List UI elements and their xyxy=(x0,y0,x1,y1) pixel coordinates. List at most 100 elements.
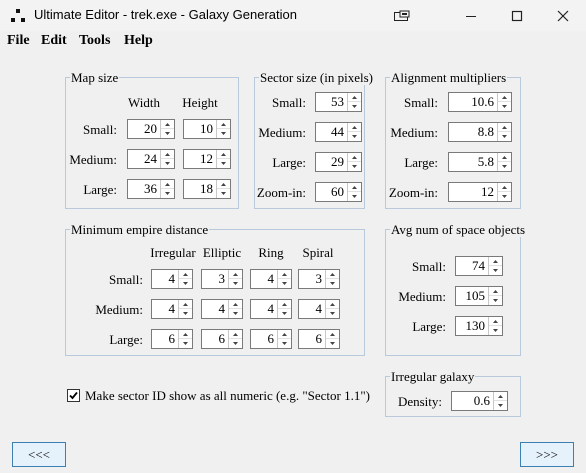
spin-up-icon[interactable] xyxy=(498,123,511,132)
spin-down-icon[interactable] xyxy=(489,326,502,335)
spin-up-icon[interactable] xyxy=(489,287,502,296)
menu-tools[interactable]: Tools xyxy=(79,33,110,49)
next-button[interactable]: >>> xyxy=(520,442,574,467)
maximize-button[interactable] xyxy=(494,0,540,31)
map-large-width-stepper[interactable]: 36 xyxy=(127,179,175,199)
spin-down-icon[interactable] xyxy=(229,309,242,318)
numeric-id-label[interactable]: Make sector ID show as all numeric (e.g.… xyxy=(85,388,370,403)
space-small-stepper[interactable]: 74 xyxy=(455,256,503,276)
spin-up-icon[interactable] xyxy=(217,120,230,129)
spin-up-icon[interactable] xyxy=(498,153,511,162)
spin-up-icon[interactable] xyxy=(348,183,361,192)
spin-down-icon[interactable] xyxy=(229,279,242,288)
spin-up-icon[interactable] xyxy=(498,183,511,192)
close-button[interactable] xyxy=(540,0,586,31)
empire-medium-elliptic-stepper[interactable]: 4 xyxy=(201,299,243,319)
spin-up-icon[interactable] xyxy=(348,153,361,162)
spin-down-icon[interactable] xyxy=(278,279,291,288)
spin-down-icon[interactable] xyxy=(326,339,339,348)
space-large-stepper[interactable]: 130 xyxy=(455,316,503,336)
numeric-id-checkbox[interactable] xyxy=(67,389,80,402)
menu-file[interactable]: File xyxy=(7,33,30,49)
sector-small-stepper[interactable]: 53 xyxy=(315,92,362,112)
spin-down-icon[interactable] xyxy=(217,159,230,168)
spin-down-icon[interactable] xyxy=(179,309,192,318)
spin-up-icon[interactable] xyxy=(326,270,339,279)
empire-medium-ring-stepper[interactable]: 4 xyxy=(250,299,292,319)
spin-up-icon[interactable] xyxy=(489,317,502,326)
menu-help[interactable]: Help xyxy=(124,33,153,49)
spin-down-icon[interactable] xyxy=(489,296,502,305)
spin-up-icon[interactable] xyxy=(179,270,192,279)
empire-small-irregular-stepper[interactable]: 4 xyxy=(151,269,193,289)
spin-up-icon[interactable] xyxy=(161,180,174,189)
spin-down-icon[interactable] xyxy=(494,401,507,410)
spin-down-icon[interactable] xyxy=(498,192,511,201)
spin-up-icon[interactable] xyxy=(348,123,361,132)
empire-large-elliptic-stepper[interactable]: 6 xyxy=(201,329,243,349)
spin-up-icon[interactable] xyxy=(348,93,361,102)
alignment-large-stepper[interactable]: 5.8 xyxy=(448,152,512,172)
space-medium-stepper[interactable]: 105 xyxy=(455,286,503,306)
spin-up-icon[interactable] xyxy=(278,330,291,339)
tablet-icon[interactable] xyxy=(379,0,425,31)
spin-up-icon[interactable] xyxy=(278,270,291,279)
menu-edit[interactable]: Edit xyxy=(41,33,67,49)
spin-down-icon[interactable] xyxy=(498,132,511,141)
spin-up-icon[interactable] xyxy=(494,392,507,401)
spin-up-icon[interactable] xyxy=(229,300,242,309)
spin-down-icon[interactable] xyxy=(489,266,502,275)
spin-up-icon[interactable] xyxy=(229,330,242,339)
map-small-height-stepper[interactable]: 10 xyxy=(183,119,231,139)
spin-down-icon[interactable] xyxy=(498,102,511,111)
empire-medium-irregular-stepper[interactable]: 4 xyxy=(151,299,193,319)
spin-down-icon[interactable] xyxy=(326,279,339,288)
spin-down-icon[interactable] xyxy=(326,309,339,318)
spin-down-icon[interactable] xyxy=(161,189,174,198)
minimize-button[interactable] xyxy=(448,0,494,31)
map-large-height-stepper[interactable]: 18 xyxy=(183,179,231,199)
spin-down-icon[interactable] xyxy=(348,162,361,171)
empire-large-irregular-stepper[interactable]: 6 xyxy=(151,329,193,349)
density-stepper[interactable]: 0.6 xyxy=(451,391,508,411)
spin-down-icon[interactable] xyxy=(179,339,192,348)
empire-large-spiral-stepper[interactable]: 6 xyxy=(298,329,340,349)
spin-down-icon[interactable] xyxy=(498,162,511,171)
spin-up-icon[interactable] xyxy=(179,330,192,339)
spin-down-icon[interactable] xyxy=(217,189,230,198)
empire-small-ring-stepper[interactable]: 4 xyxy=(250,269,292,289)
alignment-small-stepper[interactable]: 10.6 xyxy=(448,92,512,112)
spin-down-icon[interactable] xyxy=(179,279,192,288)
empire-small-spiral-stepper[interactable]: 3 xyxy=(298,269,340,289)
alignment-medium-stepper[interactable]: 8.8 xyxy=(448,122,512,142)
spin-up-icon[interactable] xyxy=(229,270,242,279)
spin-down-icon[interactable] xyxy=(348,192,361,201)
spin-up-icon[interactable] xyxy=(161,120,174,129)
map-medium-width-stepper[interactable]: 24 xyxy=(127,149,175,169)
spin-down-icon[interactable] xyxy=(348,102,361,111)
spin-down-icon[interactable] xyxy=(161,159,174,168)
sector-large-stepper[interactable]: 29 xyxy=(315,152,362,172)
map-medium-height-stepper[interactable]: 12 xyxy=(183,149,231,169)
spin-down-icon[interactable] xyxy=(278,339,291,348)
spin-up-icon[interactable] xyxy=(217,150,230,159)
spin-down-icon[interactable] xyxy=(161,129,174,138)
spin-up-icon[interactable] xyxy=(326,300,339,309)
previous-button[interactable]: <<< xyxy=(12,442,66,467)
spin-down-icon[interactable] xyxy=(278,309,291,318)
spin-up-icon[interactable] xyxy=(489,257,502,266)
spin-up-icon[interactable] xyxy=(217,180,230,189)
spin-up-icon[interactable] xyxy=(161,150,174,159)
spin-up-icon[interactable] xyxy=(179,300,192,309)
alignment-zoom-stepper[interactable]: 12 xyxy=(448,182,512,202)
spin-down-icon[interactable] xyxy=(348,132,361,141)
empire-large-ring-stepper[interactable]: 6 xyxy=(250,329,292,349)
spin-down-icon[interactable] xyxy=(217,129,230,138)
spin-down-icon[interactable] xyxy=(229,339,242,348)
empire-medium-spiral-stepper[interactable]: 4 xyxy=(298,299,340,319)
spin-up-icon[interactable] xyxy=(326,330,339,339)
empire-small-elliptic-stepper[interactable]: 3 xyxy=(201,269,243,289)
spin-up-icon[interactable] xyxy=(498,93,511,102)
map-small-width-stepper[interactable]: 20 xyxy=(127,119,175,139)
spin-up-icon[interactable] xyxy=(278,300,291,309)
